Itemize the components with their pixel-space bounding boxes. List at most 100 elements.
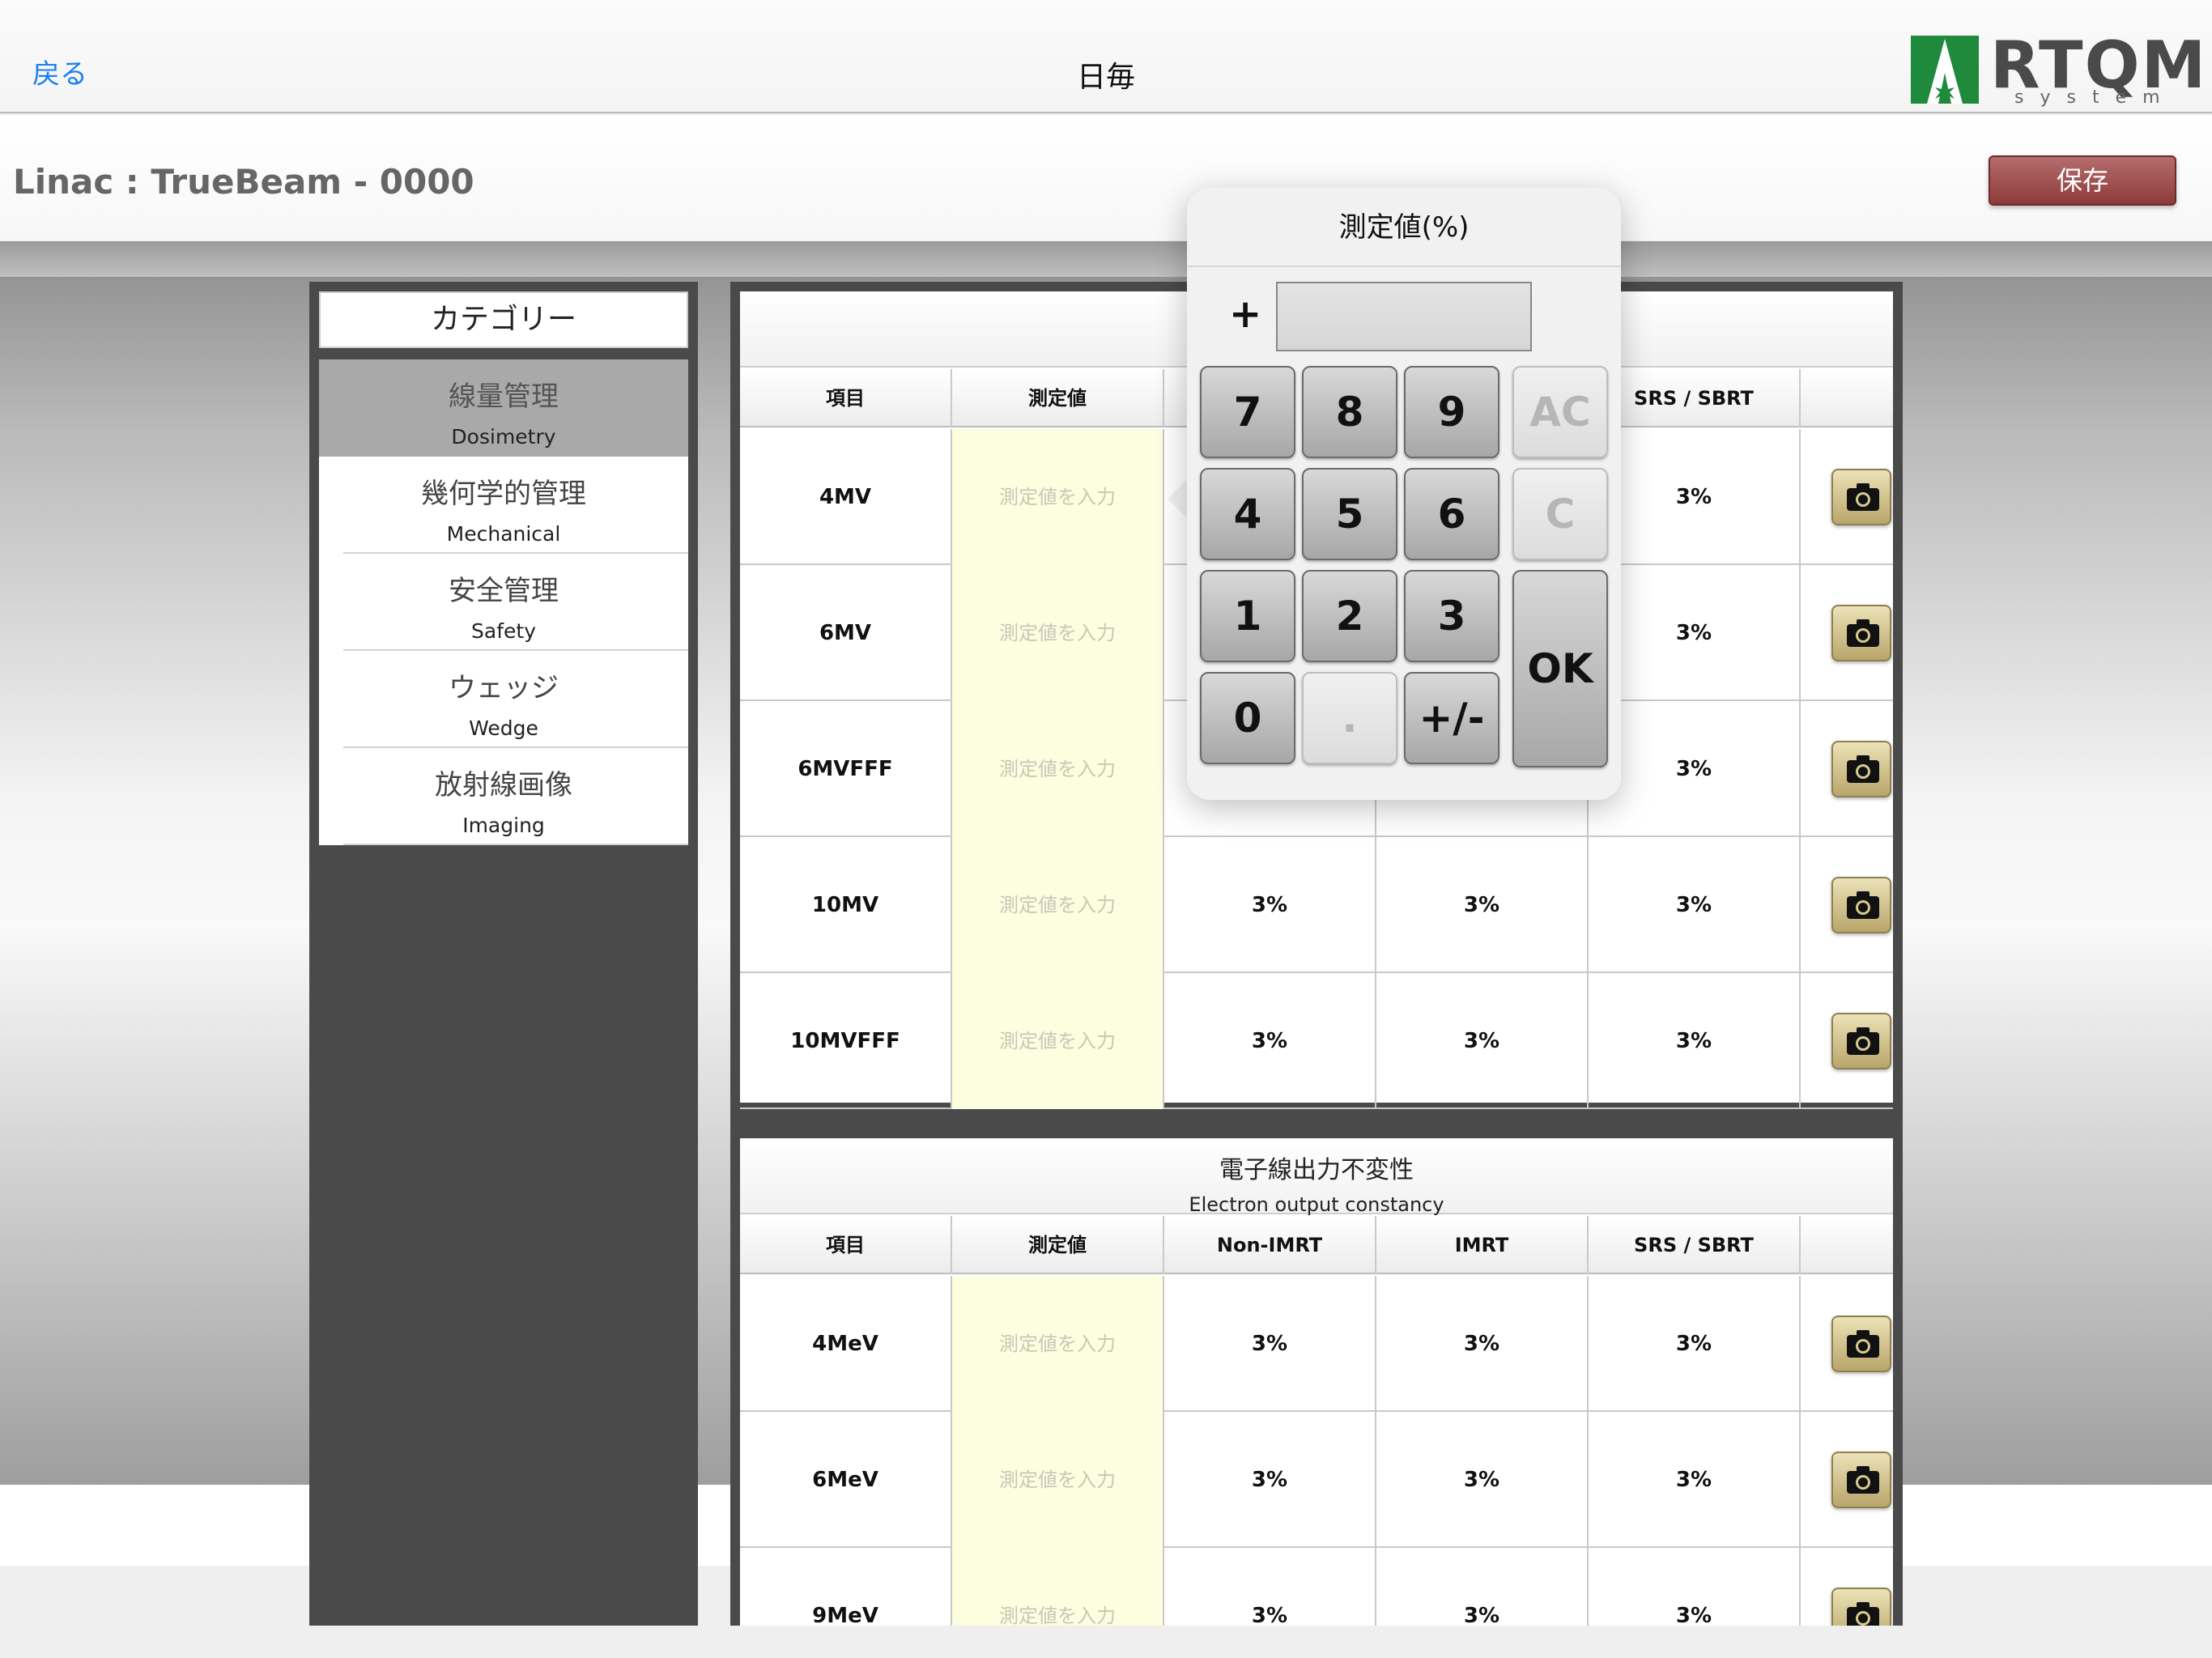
camera-button[interactable] [1831,605,1891,661]
camera-button[interactable] [1831,1316,1891,1372]
measured-value-input[interactable]: 測定値を入力 [952,565,1164,701]
row-item-label: 4MV [740,429,952,565]
key-6[interactable]: 6 [1404,468,1499,560]
tolerance-non-imrt: 3% [1164,973,1376,1109]
column-header-item: 項目 [740,369,952,427]
key-5[interactable]: 5 [1302,468,1397,560]
tolerance-srs-sbrt: 3% [1589,973,1801,1109]
category-item-jp-label: ウェッジ [449,672,559,704]
electron-section-header: 電子線出力不変性 Electron output constancy [740,1138,1893,1216]
camera-button[interactable] [1831,877,1891,933]
page-title: 日毎 [1076,61,1135,94]
camera-button[interactable] [1831,1013,1891,1069]
tolerance-srs-sbrt: 3% [1589,1412,1801,1548]
table-row: 4MeV 測定値を入力 3% 3% 3% [740,1276,1893,1412]
category-item-en-label: Wedge [469,716,538,740]
logo-mark-icon [1911,36,1979,104]
column-header-item: 項目 [740,1216,952,1274]
linac-label: Linac : TrueBeam - 0000 [13,162,474,202]
photo-cell [1801,1548,1893,1626]
column-header-photo [1801,1216,1893,1274]
numeric-keypad-popover: 測定値(%) + 7 8 9 AC 4 5 6 C 1 2 3 OK 0 . +… [1187,188,1621,800]
tolerance-srs-sbrt: 3% [1589,1276,1801,1412]
key-7[interactable]: 7 [1200,366,1295,458]
camera-button[interactable] [1831,1588,1891,1626]
photo-cell [1801,837,1893,973]
electron-output-section: 電子線出力不変性 Electron output constancy 項目 測定… [740,1138,1893,1626]
row-item-label: 10MVFFF [740,973,952,1109]
category-title: カテゴリー [319,291,688,348]
key-plus-minus[interactable]: +/- [1404,672,1499,764]
key-decimal[interactable]: . [1302,672,1397,764]
section-title-en: Electron output constancy [1189,1193,1444,1216]
camera-button[interactable] [1831,741,1891,797]
key-3[interactable]: 3 [1404,570,1499,662]
tolerance-imrt: 3% [1376,973,1589,1109]
category-panel: カテゴリー 線量管理 Dosimetry 幾何学的管理 Mechanical 安… [309,282,698,1626]
camera-icon [1847,1466,1879,1494]
column-header-photo [1801,369,1893,427]
section-title-jp: 電子線出力不変性 [1219,1156,1414,1184]
camera-button[interactable] [1831,469,1891,525]
category-item-dosimetry[interactable]: 線量管理 Dosimetry [319,359,688,457]
measured-value-input[interactable]: 測定値を入力 [952,837,1164,973]
measured-value-input[interactable]: 測定値を入力 [952,1276,1164,1412]
measured-value-input[interactable]: 測定値を入力 [952,429,1164,565]
camera-icon [1847,483,1879,511]
category-list: 線量管理 Dosimetry 幾何学的管理 Mechanical 安全管理 Sa… [319,359,688,845]
category-item-en-label: Mechanical [446,522,561,546]
keypad-display[interactable] [1276,282,1532,351]
photo-cell [1801,565,1893,701]
logo-subtext: system [2014,87,2176,108]
tolerance-imrt: 3% [1376,1548,1589,1626]
tolerance-non-imrt: 3% [1164,1412,1376,1548]
photo-cell [1801,973,1893,1109]
camera-button[interactable] [1831,1452,1891,1508]
tolerance-non-imrt: 3% [1164,1548,1376,1626]
camera-icon [1847,1330,1879,1358]
camera-icon [1847,1602,1879,1626]
category-item-en-label: Dosimetry [451,425,556,449]
category-item-en-label: Safety [471,619,536,643]
row-item-label: 9MeV [740,1548,952,1626]
save-button[interactable]: 保存 [1989,155,2176,206]
back-button[interactable]: 戻る [32,52,87,91]
column-header-measured: 測定値 [952,369,1164,427]
row-item-label: 10MV [740,837,952,973]
key-all-clear[interactable]: AC [1512,366,1608,458]
key-4[interactable]: 4 [1200,468,1295,560]
category-item-safety[interactable]: 安全管理 Safety [319,554,688,651]
measured-value-input[interactable]: 測定値を入力 [952,1548,1164,1626]
measured-value-input[interactable]: 測定値を入力 [952,973,1164,1109]
key-0[interactable]: 0 [1200,672,1295,764]
key-1[interactable]: 1 [1200,570,1295,662]
key-clear[interactable]: C [1512,468,1608,560]
category-item-jp-label: 放射線画像 [435,769,572,801]
key-8[interactable]: 8 [1302,366,1397,458]
camera-icon [1847,755,1879,783]
tolerance-srs-sbrt: 3% [1589,1548,1801,1626]
column-header-non-imrt: Non-IMRT [1164,1216,1376,1274]
tolerance-imrt: 3% [1376,1412,1589,1548]
table-row: 6MeV 測定値を入力 3% 3% 3% [740,1412,1893,1548]
photo-cell [1801,701,1893,837]
navigation-bar: 戻る 日毎 RTQM system [0,0,2212,113]
tolerance-non-imrt: 3% [1164,837,1376,973]
tolerance-imrt: 3% [1376,837,1589,973]
measured-value-input[interactable]: 測定値を入力 [952,701,1164,837]
measured-value-input[interactable]: 測定値を入力 [952,1412,1164,1548]
category-item-imaging[interactable]: 放射線画像 Imaging [319,748,688,845]
category-item-wedge[interactable]: ウェッジ Wedge [319,651,688,748]
camera-icon [1847,891,1879,919]
category-item-mechanical[interactable]: 幾何学的管理 Mechanical [319,457,688,554]
key-2[interactable]: 2 [1302,570,1397,662]
tolerance-non-imrt: 3% [1164,1276,1376,1412]
photo-cell [1801,1276,1893,1412]
column-header-imrt: IMRT [1376,1216,1589,1274]
key-ok[interactable]: OK [1512,570,1608,767]
row-item-label: 6MV [740,565,952,701]
rtqm-logo: RTQM system [1911,28,2206,110]
key-9[interactable]: 9 [1404,366,1499,458]
table-row: 10MVFFF 測定値を入力 3% 3% 3% [740,973,1893,1109]
photo-cell [1801,1412,1893,1548]
